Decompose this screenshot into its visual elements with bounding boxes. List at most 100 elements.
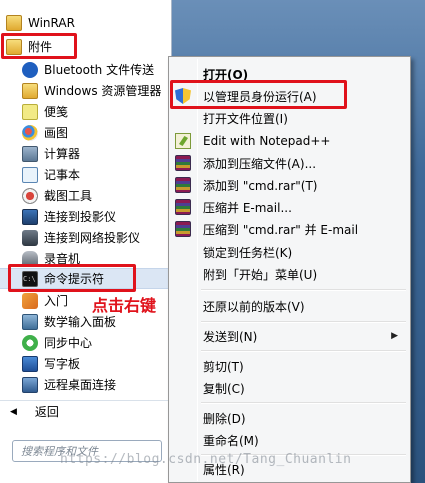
tree-item-label: 连接到投影仪 xyxy=(44,209,117,224)
folder-icon xyxy=(6,14,22,31)
tree-item-label: 录音机 xyxy=(44,251,81,266)
menu-item-compress-and-email[interactable]: 压缩并 E-mail... xyxy=(171,196,408,218)
winrar-icon xyxy=(175,199,191,215)
menu-item-label: 剪切(T) xyxy=(203,359,244,374)
math-input-icon xyxy=(22,313,38,330)
menu-item-delete[interactable]: 删除(D) xyxy=(171,407,408,429)
tree-item-label: 计算器 xyxy=(44,146,81,161)
start-menu-programs-panel: WinRAR 附件 Bluetooth 文件传送 Windows 资源管理器 便… xyxy=(0,0,172,483)
tree-item-sticky-notes[interactable]: 便笺 xyxy=(0,101,172,122)
menu-item-send-to[interactable]: 发送到(N) ▶ xyxy=(171,325,408,347)
back-arrow-icon: ◀ xyxy=(10,406,17,417)
menu-separator xyxy=(201,402,406,404)
menu-item-label: 还原以前的版本(V) xyxy=(203,299,305,314)
submenu-arrow-icon: ▶ xyxy=(391,331,398,341)
tree-item-label: 远程桌面连接 xyxy=(44,377,117,392)
uac-shield-icon xyxy=(175,88,191,104)
menu-item-edit-notepad-plus-plus[interactable]: Edit with Notepad++ xyxy=(171,130,408,152)
snipping-tool-icon xyxy=(22,187,38,204)
menu-item-label: 打开(O) xyxy=(203,67,249,82)
menu-item-rename[interactable]: 重命名(M) xyxy=(171,429,408,451)
tree-item-label: Bluetooth 文件传送 xyxy=(44,62,155,77)
menu-item-label: 发送到(N) xyxy=(203,329,258,344)
menu-item-label: 打开文件位置(I) xyxy=(203,111,288,126)
menu-item-label: 附到「开始」菜单(U) xyxy=(203,267,318,282)
menu-item-pin-to-taskbar[interactable]: 锁定到任务栏(K) xyxy=(171,241,408,263)
calculator-icon xyxy=(22,145,38,162)
menu-item-compress-cmd-rar-and-email[interactable]: 压缩到 "cmd.rar" 并 E-mail xyxy=(171,218,408,240)
tree-item-winrar[interactable]: WinRAR xyxy=(0,12,172,33)
menu-item-label: 添加到压缩文件(A)... xyxy=(203,156,317,171)
tree-item-label: 截图工具 xyxy=(44,188,93,203)
menu-item-label: 添加到 "cmd.rar"(T) xyxy=(203,178,318,193)
tree-item-label: 记事本 xyxy=(44,167,81,182)
tree-item-wordpad[interactable]: 写字板 xyxy=(0,353,172,374)
tree-item-label: 连接到网络投影仪 xyxy=(44,230,141,245)
menu-separator xyxy=(201,289,406,291)
winrar-icon xyxy=(175,177,191,193)
menu-item-label: 删除(D) xyxy=(203,411,246,426)
sound-recorder-icon xyxy=(22,250,38,267)
menu-item-label: Edit with Notepad++ xyxy=(203,134,331,148)
tree-item-label: 画图 xyxy=(44,125,69,140)
sticky-notes-icon xyxy=(22,103,38,120)
tree-item-sync-center[interactable]: 同步中心 xyxy=(0,332,172,353)
tree-item-label: 入门 xyxy=(44,293,69,308)
tree-item-label: 便笺 xyxy=(44,104,69,119)
tree-item-label: 写字板 xyxy=(44,356,81,371)
tree-item-sound-recorder[interactable]: 录音机 xyxy=(0,248,172,269)
menu-item-open[interactable]: 打开(O) xyxy=(171,63,408,85)
tree-item-remote-desktop[interactable]: 远程桌面连接 xyxy=(0,374,172,395)
context-menu: 打开(O) 以管理员身份运行(A) 打开文件位置(I) Edit with No… xyxy=(168,56,411,483)
menu-item-run-as-admin[interactable]: 以管理员身份运行(A) xyxy=(171,85,408,107)
winrar-icon xyxy=(175,221,191,237)
remote-desktop-icon xyxy=(22,376,38,393)
wordpad-icon xyxy=(22,355,38,372)
projector-icon xyxy=(22,208,38,225)
watermark-text: https://blog.csdn.net/Tang_Chuanlin xyxy=(60,452,352,467)
notepad-plus-plus-icon xyxy=(175,133,191,149)
menu-item-label: 压缩到 "cmd.rar" 并 E-mail xyxy=(203,222,359,237)
tree-item-bluetooth[interactable]: Bluetooth 文件传送 xyxy=(0,59,172,80)
menu-item-label: 复制(C) xyxy=(203,381,245,396)
menu-item-copy[interactable]: 复制(C) xyxy=(171,377,408,399)
menu-item-add-to-archive[interactable]: 添加到压缩文件(A)... xyxy=(171,152,408,174)
menu-item-cut[interactable]: 剪切(T) xyxy=(171,355,408,377)
tree-item-accessories[interactable]: 附件 xyxy=(0,36,172,57)
back-label: 返回 xyxy=(34,405,59,419)
annotation-right-click: 点击右键 xyxy=(92,296,157,315)
bluetooth-icon xyxy=(22,61,38,78)
menu-item-pin-to-start[interactable]: 附到「开始」菜单(U) xyxy=(171,263,408,285)
cmd-icon: C:\ xyxy=(22,270,38,287)
menu-item-label: 压缩并 E-mail... xyxy=(203,200,292,215)
menu-item-restore-previous-versions[interactable]: 还原以前的版本(V) xyxy=(171,295,408,317)
menu-item-label: 锁定到任务栏(K) xyxy=(203,245,293,260)
tree-item-command-prompt[interactable]: C:\ 命令提示符 xyxy=(0,268,172,289)
tree-item-snipping-tool[interactable]: 截图工具 xyxy=(0,185,172,206)
tree-item-label: Windows 资源管理器 xyxy=(44,83,162,98)
tree-item-label: WinRAR xyxy=(28,15,75,30)
menu-item-label: 以管理员身份运行(A) xyxy=(203,89,317,104)
winrar-icon xyxy=(175,155,191,171)
tree-item-projector[interactable]: 连接到投影仪 xyxy=(0,206,172,227)
tree-item-paint[interactable]: 画图 xyxy=(0,122,172,143)
network-projector-icon xyxy=(22,229,38,246)
back-button[interactable]: ◀ 返回 xyxy=(0,400,172,422)
tree-item-label: 同步中心 xyxy=(44,335,93,350)
paint-icon xyxy=(22,124,38,141)
menu-item-label: 重命名(M) xyxy=(203,433,259,448)
explorer-icon xyxy=(22,82,38,99)
tree-item-network-projector[interactable]: 连接到网络投影仪 xyxy=(0,227,172,248)
menu-separator xyxy=(201,321,406,323)
getting-started-icon xyxy=(22,292,38,309)
menu-item-add-to-cmd-rar[interactable]: 添加到 "cmd.rar"(T) xyxy=(171,174,408,196)
tree-item-notepad[interactable]: 记事本 xyxy=(0,164,172,185)
folder-open-icon xyxy=(6,38,22,55)
menu-item-open-file-location[interactable]: 打开文件位置(I) xyxy=(171,107,408,129)
tree-item-label: 命令提示符 xyxy=(44,271,105,286)
tree-item-calculator[interactable]: 计算器 xyxy=(0,143,172,164)
sync-center-icon xyxy=(22,334,38,351)
tree-item-label: 附件 xyxy=(28,39,53,54)
menu-separator xyxy=(201,350,406,352)
tree-item-explorer[interactable]: Windows 资源管理器 xyxy=(0,80,172,101)
